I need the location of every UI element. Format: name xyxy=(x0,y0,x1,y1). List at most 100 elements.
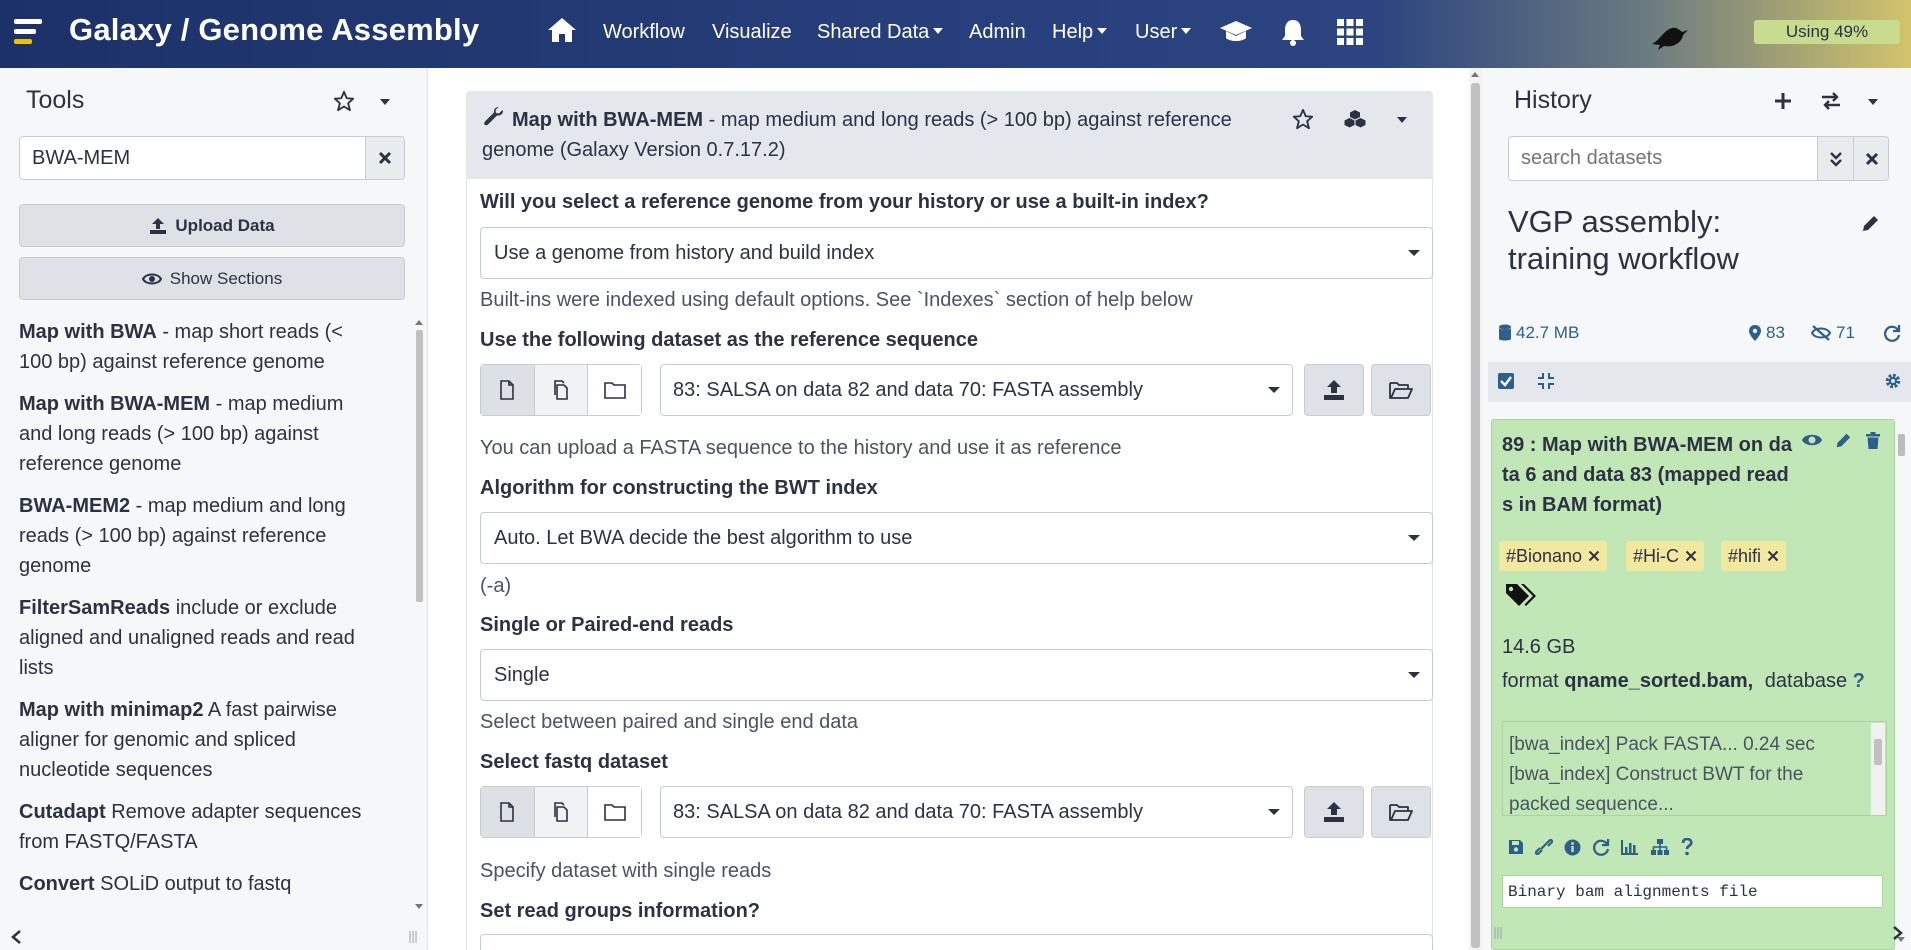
nav-visualize[interactable]: Visualize xyxy=(712,21,792,44)
tag-hifi[interactable]: #hifi xyxy=(1721,541,1787,571)
scrollbar-thumb[interactable] xyxy=(1874,739,1882,765)
history-name[interactable]: VGP assembly: training workflow xyxy=(1508,203,1808,277)
bell-icon[interactable] xyxy=(1281,18,1305,46)
switch-history-icon[interactable] xyxy=(1820,92,1842,110)
scroll-down-arrow-icon[interactable] xyxy=(415,904,423,909)
select-checkbox-icon[interactable] xyxy=(1497,372,1515,390)
tool-title-name: Map with BWA-MEM xyxy=(512,109,704,131)
gear-icon[interactable] xyxy=(1884,372,1902,390)
star-icon[interactable] xyxy=(333,90,355,112)
plus-icon[interactable] xyxy=(1774,92,1792,110)
collapse-left-icon[interactable] xyxy=(10,929,22,945)
tool-item-convert[interactable]: Convert SOLiD output to fastq xyxy=(19,869,379,899)
tag-bionano[interactable]: #Bionano xyxy=(1499,541,1608,571)
read-groups-select[interactable] xyxy=(480,934,1433,950)
star-icon[interactable] xyxy=(1292,108,1314,130)
tool-item-filtersamreads[interactable]: FilterSamReads include or exclude aligne… xyxy=(19,593,379,683)
visualize-chart-icon[interactable] xyxy=(1621,839,1639,855)
nav-shared-data[interactable]: Shared Data xyxy=(817,21,944,44)
peek-scrollbar[interactable] xyxy=(1871,723,1885,815)
browse-reference-button[interactable] xyxy=(1371,364,1431,416)
question-icon[interactable] xyxy=(1681,838,1693,856)
multiple-datasets-button[interactable] xyxy=(535,787,589,837)
bwt-algorithm-select[interactable]: Auto. Let BWA decide the best algorithm … xyxy=(480,512,1433,564)
history-search-field[interactable] xyxy=(1508,136,1889,181)
info-icon[interactable] xyxy=(1564,839,1581,856)
scroll-up-arrow-icon[interactable] xyxy=(1471,72,1479,77)
reference-source-select[interactable]: Use a genome from history and build inde… xyxy=(480,227,1433,279)
scrollbar-thumb[interactable] xyxy=(1471,83,1480,948)
read-type-select[interactable]: Single xyxy=(480,649,1433,701)
nav-admin[interactable]: Admin xyxy=(969,21,1026,44)
tool-item-bwa-mem2[interactable]: BWA-MEM2 - map medium and long reads (> … xyxy=(19,491,379,581)
dataset-info-text: Binary bam alignments file xyxy=(1502,875,1883,908)
save-icon[interactable] xyxy=(1508,839,1524,855)
scrollbar-thumb[interactable] xyxy=(1898,434,1905,456)
collapse-right-icon[interactable] xyxy=(1892,925,1904,941)
dataset-database-value[interactable]: ? xyxy=(1853,670,1865,692)
clear-search-button[interactable] xyxy=(365,137,404,179)
nav-workflow[interactable]: Workflow xyxy=(603,21,685,44)
pencil-icon[interactable] xyxy=(1860,214,1880,234)
clear-history-search-button[interactable] xyxy=(1853,137,1888,180)
upload-reference-button[interactable] xyxy=(1304,364,1364,416)
history-hidden-count[interactable]: 71 xyxy=(1810,323,1855,343)
trash-icon[interactable] xyxy=(1865,432,1881,450)
tool-search-input[interactable] xyxy=(20,137,365,179)
tool-item-bwa-mem[interactable]: Map with BWA-MEM - map medium and long r… xyxy=(19,389,379,479)
browse-fastq-button[interactable] xyxy=(1371,786,1431,838)
panel-menu-chevron-icon[interactable] xyxy=(379,98,391,106)
reference-dataset-select[interactable]: 83: SALSA on data 82 and data 70: FASTA … xyxy=(660,364,1293,416)
quota-meter[interactable]: Using 49% xyxy=(1754,20,1900,44)
fastq-dataset-select[interactable]: 83: SALSA on data 82 and data 70: FASTA … xyxy=(660,786,1293,838)
reference-dataset-label: Use the following dataset as the referen… xyxy=(480,329,978,351)
nav-user[interactable]: User xyxy=(1135,21,1192,44)
fastq-dataset-value: 83: SALSA on data 82 and data 70: FASTA … xyxy=(673,801,1143,823)
resize-grip-icon[interactable] xyxy=(1493,926,1503,940)
history-shown-count[interactable]: 83 xyxy=(1748,323,1785,343)
history-size[interactable]: 42.7 MB xyxy=(1498,323,1579,343)
resize-grip-icon[interactable] xyxy=(408,930,418,944)
graduation-cap-icon[interactable] xyxy=(1218,18,1254,46)
scrollbar-thumb[interactable] xyxy=(416,330,423,602)
scroll-up-arrow-icon[interactable] xyxy=(415,320,423,325)
pencil-icon[interactable] xyxy=(1834,432,1852,450)
dataset-collection-button[interactable] xyxy=(588,787,642,837)
apps-grid-icon[interactable] xyxy=(1336,18,1364,46)
tool-list-scrollbar[interactable] xyxy=(414,318,424,908)
collapse-all-icon[interactable] xyxy=(1537,372,1555,390)
sitemap-icon[interactable] xyxy=(1650,838,1670,856)
dataset-peek[interactable]: [bwa_index] Pack FASTA... 0.24 sec [bwa_… xyxy=(1502,721,1887,816)
rerun-icon[interactable] xyxy=(1592,838,1610,856)
link-icon[interactable] xyxy=(1535,839,1553,855)
dataset-collection-button[interactable] xyxy=(588,365,642,415)
nav-help[interactable]: Help xyxy=(1052,21,1108,44)
multiple-datasets-button[interactable] xyxy=(535,365,589,415)
tool-search-field[interactable] xyxy=(19,136,405,180)
single-dataset-button[interactable] xyxy=(481,787,535,837)
tool-item-cutadapt[interactable]: Cutadapt Remove adapter sequences from F… xyxy=(19,797,379,857)
upload-fastq-button[interactable] xyxy=(1304,786,1364,838)
tag-hi-c[interactable]: #Hi-C xyxy=(1626,541,1705,571)
history-options-chevron-icon[interactable] xyxy=(1867,98,1879,106)
options-chevron-icon[interactable] xyxy=(1396,116,1408,124)
tool-title: Map with BWA-MEM - map medium and long r… xyxy=(482,105,1262,165)
tool-item-minimap2[interactable]: Map with minimap2 A fast pairwise aligne… xyxy=(19,695,379,785)
center-scrollbar[interactable] xyxy=(1469,68,1482,950)
home-icon[interactable] xyxy=(546,16,578,44)
tool-list: Map with BWA - map short reads (< 100 bp… xyxy=(19,317,379,911)
history-scrollbar[interactable] xyxy=(1896,410,1908,930)
advanced-search-button[interactable] xyxy=(1817,137,1853,180)
refresh-icon[interactable] xyxy=(1883,324,1901,342)
show-sections-button[interactable]: Show Sections xyxy=(19,257,405,300)
tool-item-bwa[interactable]: Map with BWA - map short reads (< 100 bp… xyxy=(19,317,379,377)
cubes-icon[interactable] xyxy=(1344,109,1366,129)
single-dataset-button[interactable] xyxy=(481,365,535,415)
brand-title[interactable]: Galaxy / Genome Assembly xyxy=(69,12,479,48)
eye-icon[interactable] xyxy=(1801,432,1823,448)
upload-data-button[interactable]: Upload Data xyxy=(19,204,405,247)
tags-icon[interactable] xyxy=(1505,582,1537,608)
galaxy-logo-icon[interactable] xyxy=(14,17,50,47)
dataset-title[interactable]: 89 : Map with BWA-MEM on data 6 and data… xyxy=(1502,430,1792,520)
history-search-input[interactable] xyxy=(1509,137,1817,180)
